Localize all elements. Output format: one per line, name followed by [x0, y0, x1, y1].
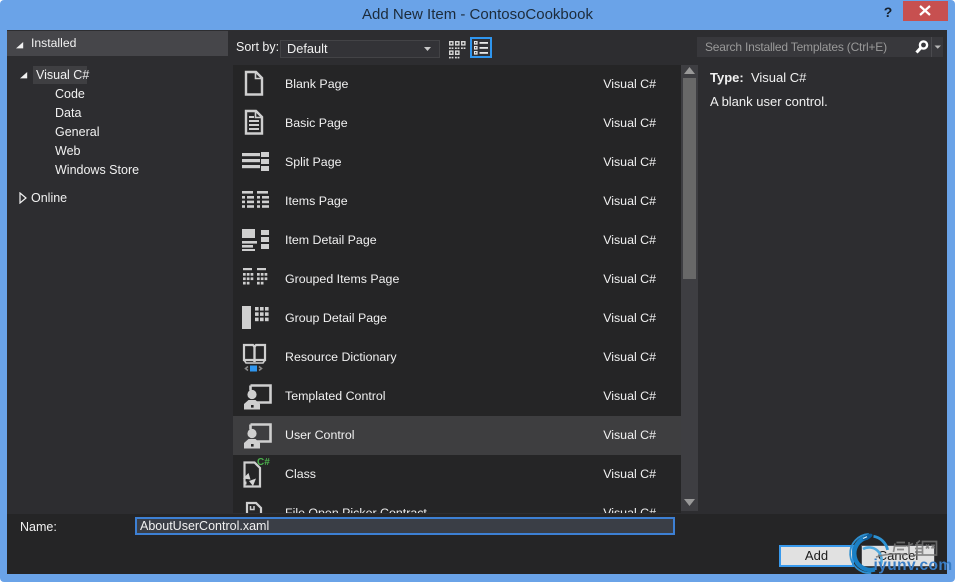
svg-text:iyunv.com: iyunv.com: [874, 557, 953, 574]
svg-text:C#: C#: [257, 457, 270, 468]
